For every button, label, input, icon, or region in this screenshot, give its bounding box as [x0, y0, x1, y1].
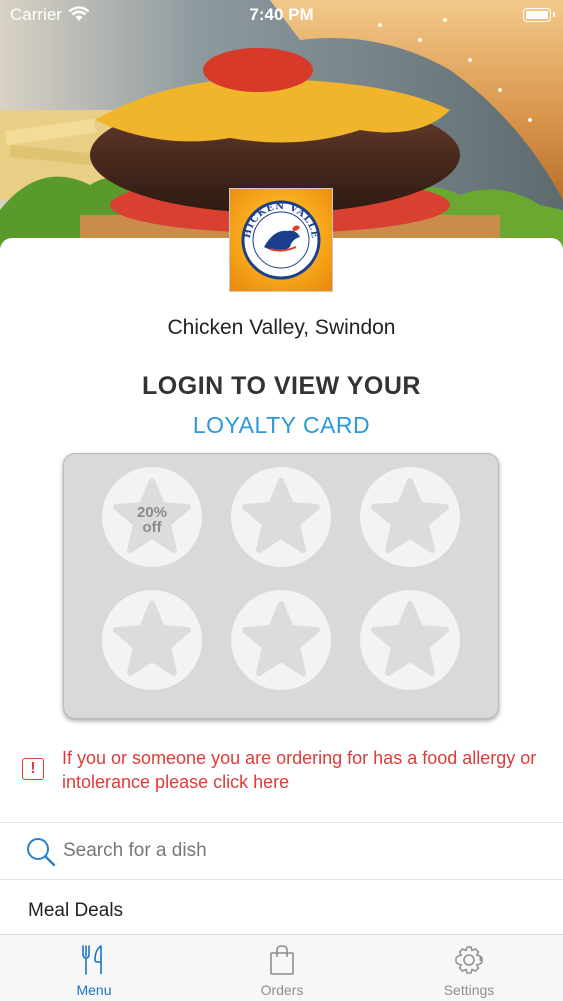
battery-icon [523, 8, 555, 22]
search-bar [0, 823, 563, 879]
search-input[interactable] [63, 837, 533, 865]
loyalty-stamp [231, 590, 331, 690]
gear-icon [455, 946, 483, 974]
star-icon [371, 478, 449, 553]
star-icon [242, 478, 320, 553]
star-icon [113, 601, 191, 676]
loyalty-stamp [231, 467, 331, 567]
star-icon [242, 601, 320, 676]
shopping-bag-icon [270, 945, 294, 975]
loyalty-stamp [360, 467, 460, 567]
search-icon [26, 837, 56, 872]
tab-label: Orders [260, 982, 304, 998]
star-icon [371, 601, 449, 676]
tab-menu[interactable]: Menu [0, 935, 188, 1001]
restaurant-name: Chicken Valley, Swindon [167, 316, 396, 339]
loyalty-stamp [360, 590, 460, 690]
allergy-notice[interactable]: ! If you or someone you are ordering for… [22, 746, 552, 798]
status-bar: Carrier 7:40 PM [0, 0, 563, 30]
fork-knife-icon [82, 945, 102, 975]
loyalty-stamp: 20% off [102, 467, 202, 567]
tab-orders[interactable]: Orders [188, 935, 376, 1001]
reward-off: off [142, 519, 162, 536]
loyalty-card-link[interactable]: LOYALTY CARD [0, 412, 563, 439]
tab-settings[interactable]: Settings [375, 935, 563, 1001]
alert-icon: ! [22, 758, 44, 780]
divider [0, 879, 563, 880]
login-heading: LOGIN TO VIEW YOUR [142, 372, 421, 400]
category-meal-deals[interactable]: Meal Deals [28, 900, 123, 922]
loyalty-stamp [102, 590, 202, 690]
tab-label: Menu [76, 982, 112, 998]
allergy-text: If you or someone you are ordering for h… [62, 748, 537, 792]
clock: 7:40 PM [249, 5, 314, 24]
loyalty-card[interactable]: 20% off [63, 453, 499, 719]
tab-label: Settings [443, 982, 495, 998]
tab-bar: Menu Orders Settings [0, 934, 563, 1001]
restaurant-logo: CHICKEN VALLEY [225, 181, 333, 292]
reward-label: 20% off [102, 505, 202, 535]
